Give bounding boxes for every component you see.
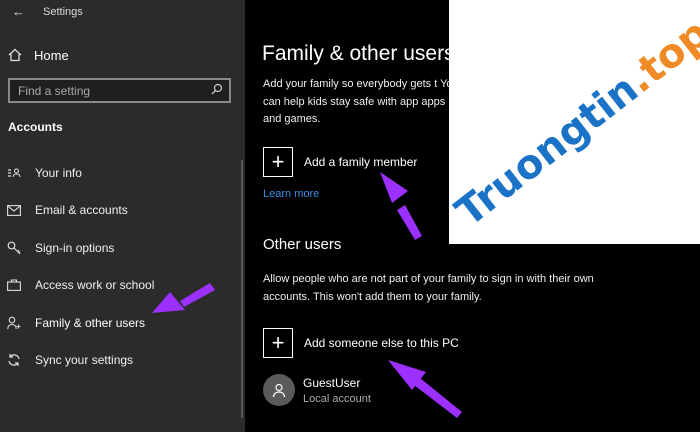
add-family-member-button[interactable]: + Add a family member <box>263 147 417 177</box>
guest-user-entry[interactable]: GuestUser Local account <box>263 374 371 406</box>
other-users-description: Allow people who are not part of your fa… <box>263 273 594 303</box>
briefcase-icon <box>7 278 21 292</box>
sidebar-scrollbar[interactable] <box>241 160 243 418</box>
person-add-icon <box>7 316 21 330</box>
sidebar-item-label: Your info <box>35 165 82 180</box>
other-users-heading: Other users <box>263 236 342 253</box>
window-title: Settings <box>43 5 83 18</box>
avatar <box>263 374 295 406</box>
sidebar-item-home[interactable]: Home <box>0 38 245 72</box>
sidebar-item-sync-settings[interactable]: Sync your settings <box>0 342 240 380</box>
section-title: Accounts <box>8 120 63 134</box>
key-icon <box>7 241 21 255</box>
watermark-text: Truongtin.top <box>449 10 700 236</box>
sidebar: ← Settings Home Find a setting Accounts … <box>0 0 245 432</box>
sidebar-item-email-accounts[interactable]: Email & accounts <box>0 192 240 230</box>
search-input[interactable]: Find a setting <box>8 78 231 103</box>
add-other-label: Add someone else to this PC <box>304 336 459 350</box>
plus-icon: + <box>263 328 293 358</box>
contact-card-icon <box>7 166 21 180</box>
home-label: Home <box>34 47 69 63</box>
home-icon <box>8 48 22 62</box>
sidebar-item-label: Sign-in options <box>35 240 115 255</box>
sidebar-item-your-info[interactable]: Your info <box>0 154 240 192</box>
learn-more-link[interactable]: Learn more <box>263 188 319 200</box>
sidebar-item-label: Access work or school <box>35 278 155 293</box>
sidebar-item-family-users[interactable]: Family & other users <box>0 304 240 342</box>
user-name: GuestUser <box>303 375 361 390</box>
watermark-logo: Truongtin.top <box>449 0 700 244</box>
page-title: Family & other users <box>262 42 455 65</box>
sidebar-item-access-work[interactable]: Access work or school <box>0 267 240 305</box>
sidebar-item-label: Sync your settings <box>35 353 134 368</box>
back-arrow-icon[interactable]: ← <box>12 4 25 19</box>
add-someone-else-button[interactable]: + Add someone else to this PC <box>263 328 459 358</box>
search-placeholder: Find a setting <box>18 83 91 98</box>
family-description: Add your family so everybody gets t You … <box>263 78 459 125</box>
sync-icon <box>7 353 21 367</box>
mail-icon <box>7 203 21 217</box>
sidebar-item-label: Email & accounts <box>35 203 128 218</box>
sidebar-item-sign-in-options[interactable]: Sign-in options <box>0 229 240 267</box>
add-family-label: Add a family member <box>304 155 418 169</box>
sidebar-item-label: Family & other users <box>35 315 146 330</box>
sidebar-nav: Your info Email & accounts Sign-in optio… <box>0 154 240 379</box>
user-type: Local account <box>303 392 371 405</box>
plus-icon: + <box>263 147 293 177</box>
search-icon[interactable] <box>211 83 223 98</box>
title-bar: ← Settings <box>12 4 83 19</box>
